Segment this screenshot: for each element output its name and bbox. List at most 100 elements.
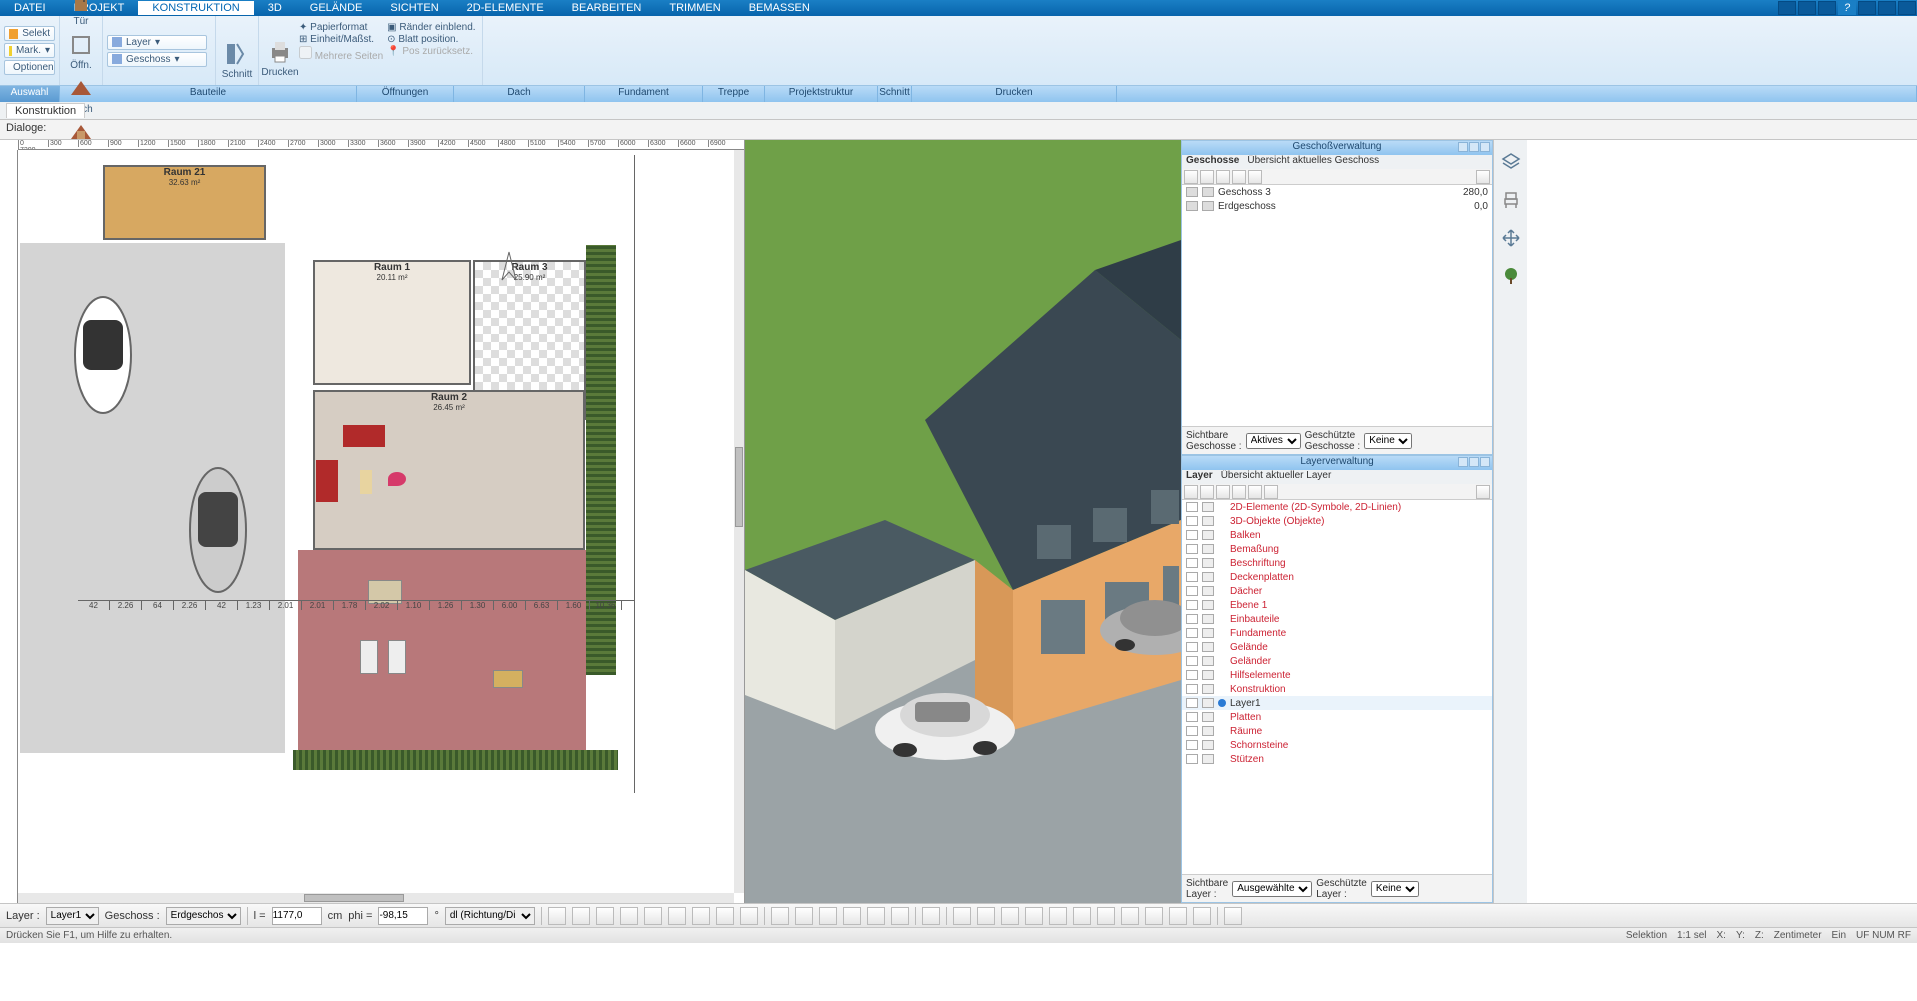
panel-min-icon[interactable] — [1469, 457, 1479, 467]
menu-konstruktion[interactable]: KONSTRUKTION — [138, 1, 253, 15]
layer-tool-6[interactable] — [1264, 485, 1278, 499]
layer-row[interactable]: Räume — [1182, 724, 1492, 738]
raender-button[interactable]: ▣ Ränder einblend. — [387, 22, 475, 33]
grid-tool-3[interactable] — [1001, 907, 1019, 925]
geschoss-tool-4[interactable] — [1232, 170, 1246, 184]
snap-tool-4[interactable] — [620, 907, 638, 925]
layer-row[interactable]: Ebene 1 — [1182, 598, 1492, 612]
layer-row[interactable]: Layer1 — [1182, 696, 1492, 710]
phi-input[interactable] — [378, 907, 428, 925]
layer-tab-1[interactable]: Layer — [1186, 470, 1213, 481]
grid-tool-10[interactable] — [1169, 907, 1187, 925]
layer-row[interactable]: Dächer — [1182, 584, 1492, 598]
grid-tool-1[interactable] — [953, 907, 971, 925]
grid-tool-8[interactable] — [1121, 907, 1139, 925]
geschoss-visible-select[interactable]: Aktives — [1246, 433, 1301, 449]
misc-tool-1[interactable] — [922, 907, 940, 925]
geschoss-tool-2[interactable] — [1200, 170, 1214, 184]
view-3d[interactable] — [745, 140, 1181, 903]
layer-dropdown[interactable]: Layer ▾ — [107, 35, 207, 50]
snap-tool-1[interactable] — [548, 907, 566, 925]
geschoss-dropdown[interactable]: Geschoss ▾ — [107, 52, 207, 67]
panel-close-icon[interactable] — [1480, 142, 1490, 152]
layer-row[interactable]: Beschriftung — [1182, 556, 1492, 570]
layers-icon[interactable] — [1499, 150, 1523, 174]
move-icon[interactable] — [1499, 226, 1523, 250]
layer-visible-select[interactable]: Ausgewählte — [1232, 881, 1312, 897]
geschoss-tab-1[interactable]: Geschosse — [1186, 155, 1239, 166]
layer-row[interactable]: Geländer — [1182, 654, 1492, 668]
close-button[interactable] — [1898, 1, 1916, 15]
dl-select[interactable]: dl (Richtung/Di — [445, 907, 535, 925]
geschoss-row[interactable]: Geschoss 3280,0 — [1182, 185, 1492, 199]
menu-bemassen[interactable]: BEMASSEN — [735, 1, 824, 15]
panel-pin-icon[interactable] — [1458, 457, 1468, 467]
view-tool-2[interactable] — [795, 907, 813, 925]
layer-row[interactable]: 3D-Objekte (Objekte) — [1182, 514, 1492, 528]
geschoss-protected-select[interactable]: Keine — [1364, 433, 1412, 449]
papierformat-button[interactable]: ✦ Papierformat — [299, 22, 383, 33]
layer-row[interactable]: 2D-Elemente (2D-Symbole, 2D-Linien) — [1182, 500, 1492, 514]
layer-row[interactable]: Schornsteine — [1182, 738, 1492, 752]
grid-tool-5[interactable] — [1049, 907, 1067, 925]
geschoss-row[interactable]: Erdgeschoss0,0 — [1182, 199, 1492, 213]
help-icon[interactable]: ? — [1838, 1, 1856, 15]
layer-tool-3[interactable] — [1216, 485, 1230, 499]
tree-icon[interactable] — [1499, 264, 1523, 288]
snap-tool-9[interactable] — [740, 907, 758, 925]
snap-tool-2[interactable] — [572, 907, 590, 925]
tab-konstruktion[interactable]: Konstruktion — [6, 103, 85, 118]
maximize-button[interactable] — [1878, 1, 1896, 15]
drucken-button[interactable]: Drucken — [263, 18, 297, 80]
view-tool-4[interactable] — [843, 907, 861, 925]
layer-tool-7[interactable] — [1476, 485, 1490, 499]
grid-tool-9[interactable] — [1145, 907, 1163, 925]
window-button-2[interactable] — [1798, 1, 1816, 15]
layer-row[interactable]: Einbauteile — [1182, 612, 1492, 626]
layer-row[interactable]: Balken — [1182, 528, 1492, 542]
scrollbar-vertical[interactable] — [734, 150, 744, 893]
plan-2d-view[interactable]: 0300600900120015001800210024002700300033… — [0, 140, 745, 903]
layer-tool-4[interactable] — [1232, 485, 1246, 499]
menu-gelaende[interactable]: GELÄNDE — [296, 1, 377, 15]
geschoss-tool-3[interactable] — [1216, 170, 1230, 184]
chair-icon[interactable] — [1499, 188, 1523, 212]
menu-bearbeiten[interactable]: BEARBEITEN — [558, 1, 656, 15]
view-tool-1[interactable] — [771, 907, 789, 925]
geschoss-tool-6[interactable] — [1476, 170, 1490, 184]
end-tool[interactable] — [1224, 907, 1242, 925]
layer-tool-1[interactable] — [1184, 485, 1198, 499]
menu-trimmen[interactable]: TRIMMEN — [655, 1, 734, 15]
menu-sichten[interactable]: SICHTEN — [376, 1, 452, 15]
view-tool-5[interactable] — [867, 907, 885, 925]
layer-row[interactable]: Gelände — [1182, 640, 1492, 654]
panel-close-icon[interactable] — [1480, 457, 1490, 467]
layer-row[interactable]: Stützen — [1182, 752, 1492, 766]
window-button-3[interactable] — [1818, 1, 1836, 15]
layer-row[interactable]: Hilfselemente — [1182, 668, 1492, 682]
view-tool-3[interactable] — [819, 907, 837, 925]
layer-list[interactable]: 2D-Elemente (2D-Symbole, 2D-Linien)3D-Ob… — [1182, 500, 1492, 874]
geschoss-tool-5[interactable] — [1248, 170, 1262, 184]
pos-button[interactable]: 📍 Pos zurücksetz. — [387, 46, 475, 57]
tuer-button[interactable]: Tür — [64, 0, 98, 29]
layer-tab-2[interactable]: Übersicht aktueller Layer — [1221, 470, 1332, 481]
layer-select[interactable]: Layer1 — [46, 907, 99, 925]
geschoss-list[interactable]: Geschoss 3280,0Erdgeschoss0,0 — [1182, 185, 1492, 426]
snap-tool-8[interactable] — [716, 907, 734, 925]
snap-tool-5[interactable] — [644, 907, 662, 925]
grid-tool-2[interactable] — [977, 907, 995, 925]
plan-canvas[interactable]: Raum 2132.63 m²Raum 42.69 m²Raum 120.11 … — [18, 150, 734, 893]
snap-tool-3[interactable] — [596, 907, 614, 925]
window-button-1[interactable] — [1778, 1, 1796, 15]
panel-pin-icon[interactable] — [1458, 142, 1468, 152]
room-raum-2[interactable]: Raum 226.45 m² — [313, 390, 585, 550]
view-tool-6[interactable] — [891, 907, 909, 925]
oeffn-button[interactable]: Öffn. — [64, 29, 98, 73]
panel-min-icon[interactable] — [1469, 142, 1479, 152]
geschoss-select[interactable]: Erdgeschos — [166, 907, 241, 925]
layer-row[interactable]: Deckenplatten — [1182, 570, 1492, 584]
blatt-button[interactable]: ⊙ Blatt position. — [387, 34, 475, 45]
room-raum-21[interactable]: Raum 2132.63 m² — [103, 165, 266, 240]
snap-tool-6[interactable] — [668, 907, 686, 925]
